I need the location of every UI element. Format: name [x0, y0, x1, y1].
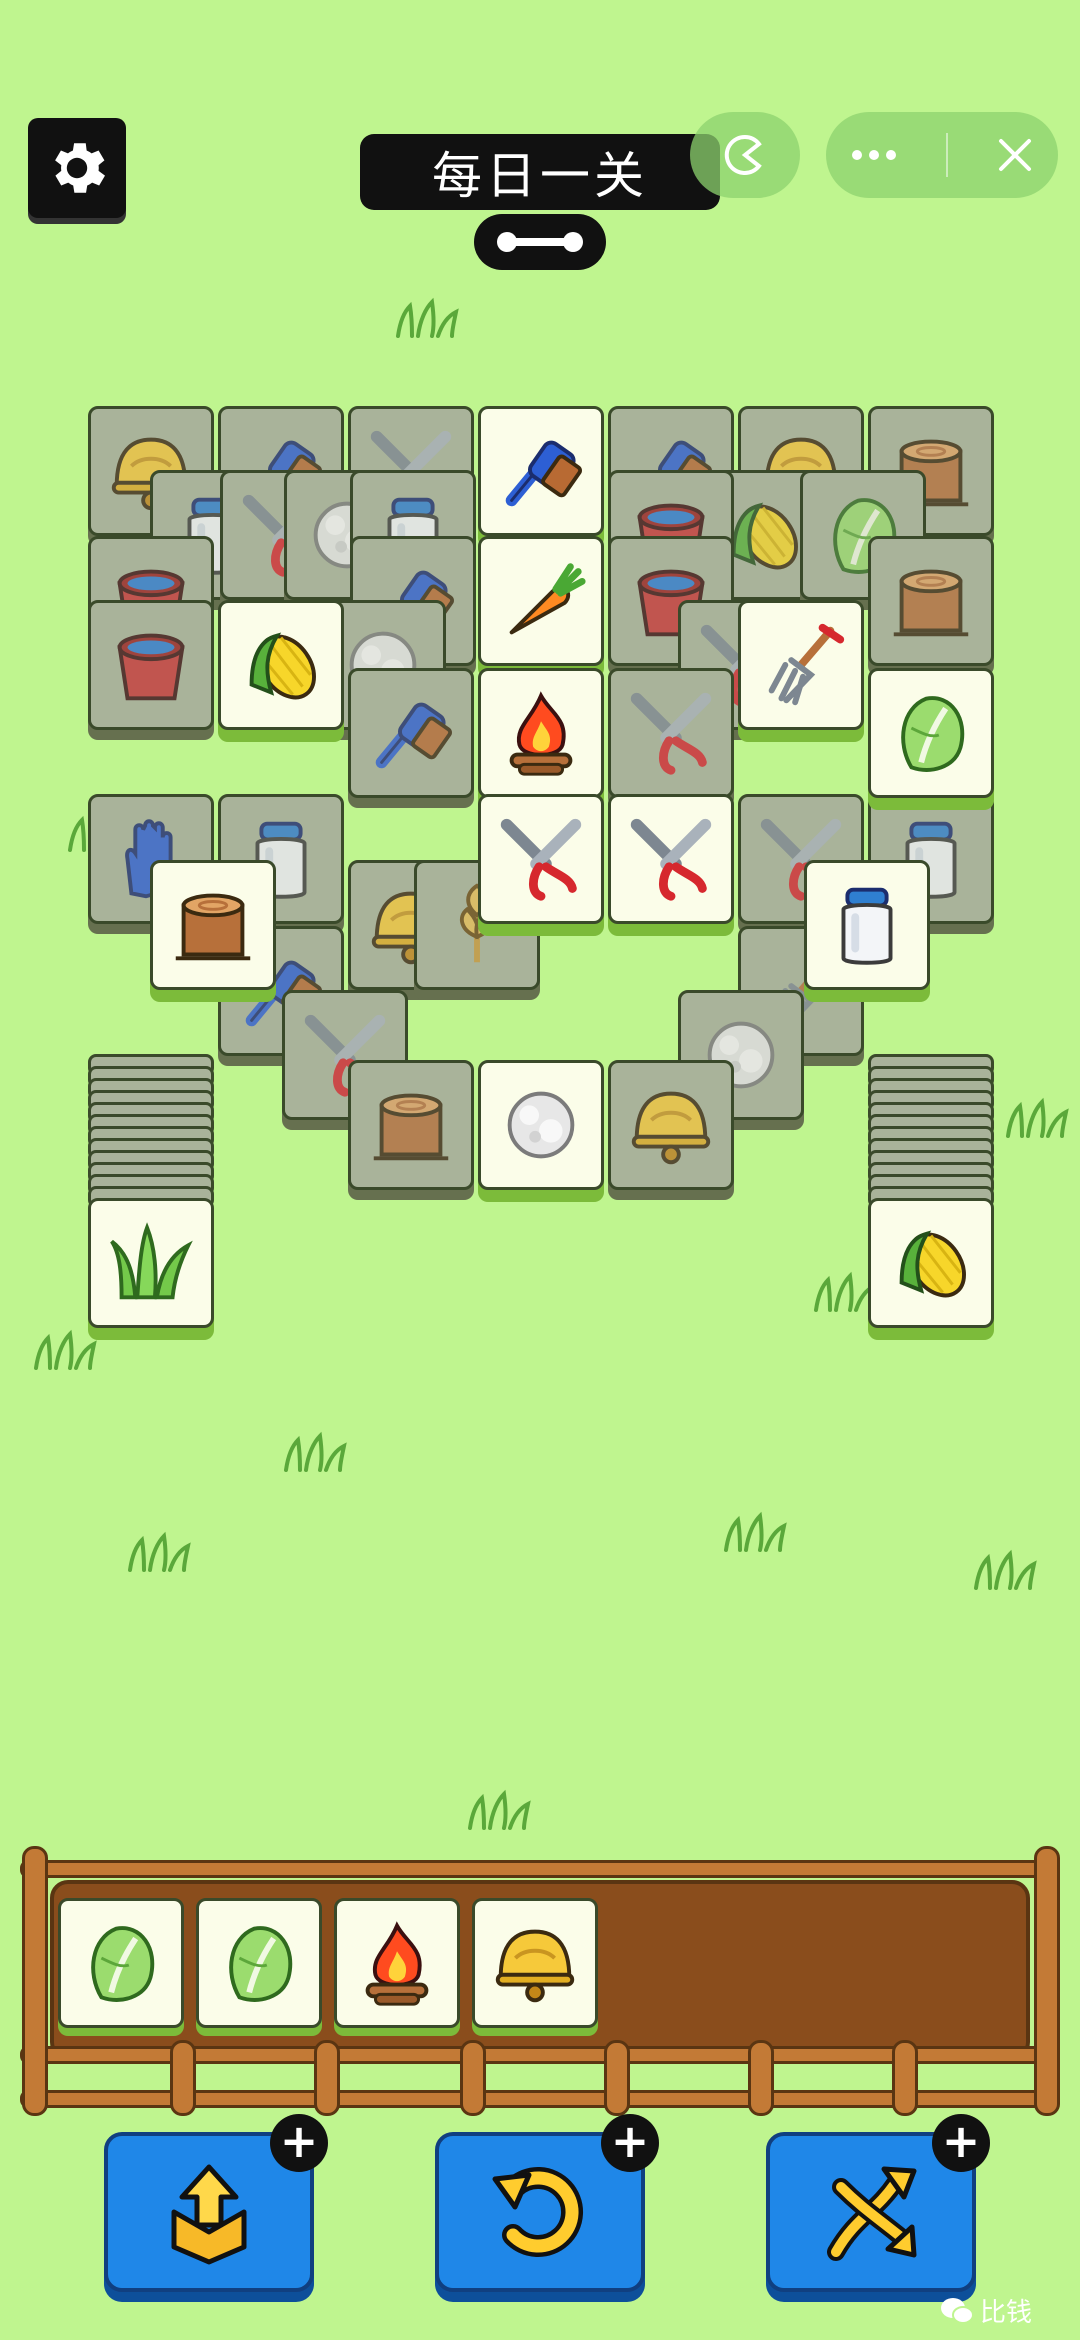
grass-tuft: [34, 1329, 97, 1370]
brush-icon: [375, 702, 452, 769]
tile-brush[interactable]: [478, 406, 604, 536]
tray-tile-cabbage: [58, 1898, 184, 2028]
grass-tuft: [1006, 1097, 1069, 1138]
corn-icon: [899, 1230, 966, 1298]
brush-icon: [505, 440, 582, 507]
tile-bucket: [88, 600, 214, 730]
fire-icon: [365, 1921, 429, 2006]
grass-tuft: [128, 1531, 191, 1572]
grass-icon: [110, 1222, 193, 1300]
carrot-icon: [509, 563, 586, 635]
milk-icon: [841, 887, 893, 965]
tile-cotton[interactable]: [478, 1060, 604, 1190]
tray-tile-bell: [472, 1898, 598, 2028]
cotton-icon: [507, 1091, 575, 1159]
cabbage-icon: [901, 696, 965, 772]
grass-tuft: [724, 1511, 787, 1552]
plus-badge[interactable]: +: [270, 2114, 328, 2172]
shears-icon: [630, 692, 712, 775]
mini-program-capsule: [826, 112, 1058, 198]
fence-post: [892, 2040, 918, 2116]
fence-post: [314, 2040, 340, 2116]
plus-badge[interactable]: +: [601, 2114, 659, 2172]
level-title-text: 每日一关: [432, 147, 648, 205]
fence-post: [748, 2040, 774, 2116]
tile-shears[interactable]: [608, 794, 734, 924]
tile-fork[interactable]: [738, 600, 864, 730]
mini-game-button[interactable]: [690, 112, 800, 198]
watermark: 比钱: [940, 2292, 1032, 2329]
tile-corn[interactable]: [218, 600, 344, 730]
wechat-icon: [941, 2297, 974, 2324]
level-badge: [474, 214, 606, 270]
plus-badge[interactable]: +: [932, 2114, 990, 2172]
tile-milk[interactable]: [804, 860, 930, 990]
tile-shears: [608, 668, 734, 798]
undo-button[interactable]: +: [435, 2114, 659, 2292]
capsule-divider: [945, 133, 948, 177]
tile-bell: [608, 1060, 734, 1190]
tile-fire[interactable]: [478, 668, 604, 798]
move-out-button[interactable]: +: [104, 2114, 328, 2292]
tray-tile-fire: [334, 1898, 460, 2028]
shuffle-icon: [827, 2166, 917, 2261]
fork-icon: [768, 623, 845, 706]
bucket-icon: [117, 633, 185, 701]
fence-post: [604, 2040, 630, 2116]
bone-icon: [497, 232, 583, 252]
cabbage-icon: [91, 1926, 155, 2002]
tile-stump[interactable]: [150, 860, 276, 990]
fence-post: [1034, 1846, 1060, 2116]
fence-post: [460, 2040, 486, 2116]
grass-tuft: [974, 1549, 1037, 1590]
corn-icon: [249, 632, 316, 700]
shears-icon: [630, 818, 712, 901]
stack-top-tile-grass[interactable]: [88, 1198, 214, 1328]
shears-icon: [500, 818, 582, 901]
level-title: 每日一关: [360, 134, 720, 210]
fence-rail: [20, 1860, 1060, 1878]
tile-shears[interactable]: [478, 794, 604, 924]
tray-tile-cabbage: [196, 1898, 322, 2028]
watermark-text: 比钱: [980, 2298, 1033, 2328]
more-dots-icon[interactable]: [849, 148, 899, 162]
settings-button[interactable]: [28, 118, 126, 218]
stump-icon: [175, 893, 251, 961]
tile-stump: [348, 1060, 474, 1190]
grass-tuft: [284, 1431, 347, 1472]
stack-top-tile-corn[interactable]: [868, 1198, 994, 1328]
stump-icon: [373, 1093, 449, 1161]
fence-post: [22, 1846, 48, 2116]
tile-carrot[interactable]: [478, 536, 604, 666]
grass-tuft: [396, 297, 459, 338]
pacman-icon: [724, 134, 762, 175]
fire-icon: [509, 691, 573, 776]
close-icon[interactable]: [995, 135, 1035, 175]
shuffle-button[interactable]: +: [766, 2114, 990, 2292]
bell-icon: [495, 1929, 575, 2003]
tile-brush: [348, 668, 474, 798]
grass-tuft: [468, 1789, 531, 1830]
fence-post: [170, 2040, 196, 2116]
cabbage-icon: [229, 1926, 293, 2002]
tile-stump: [868, 536, 994, 666]
undo-icon: [492, 2167, 584, 2257]
gear-icon: [55, 143, 105, 193]
stump-icon: [893, 569, 969, 637]
bell-icon: [631, 1091, 711, 1165]
tile-cabbage[interactable]: [868, 668, 994, 798]
box-arrow-out-icon: [171, 2164, 247, 2265]
